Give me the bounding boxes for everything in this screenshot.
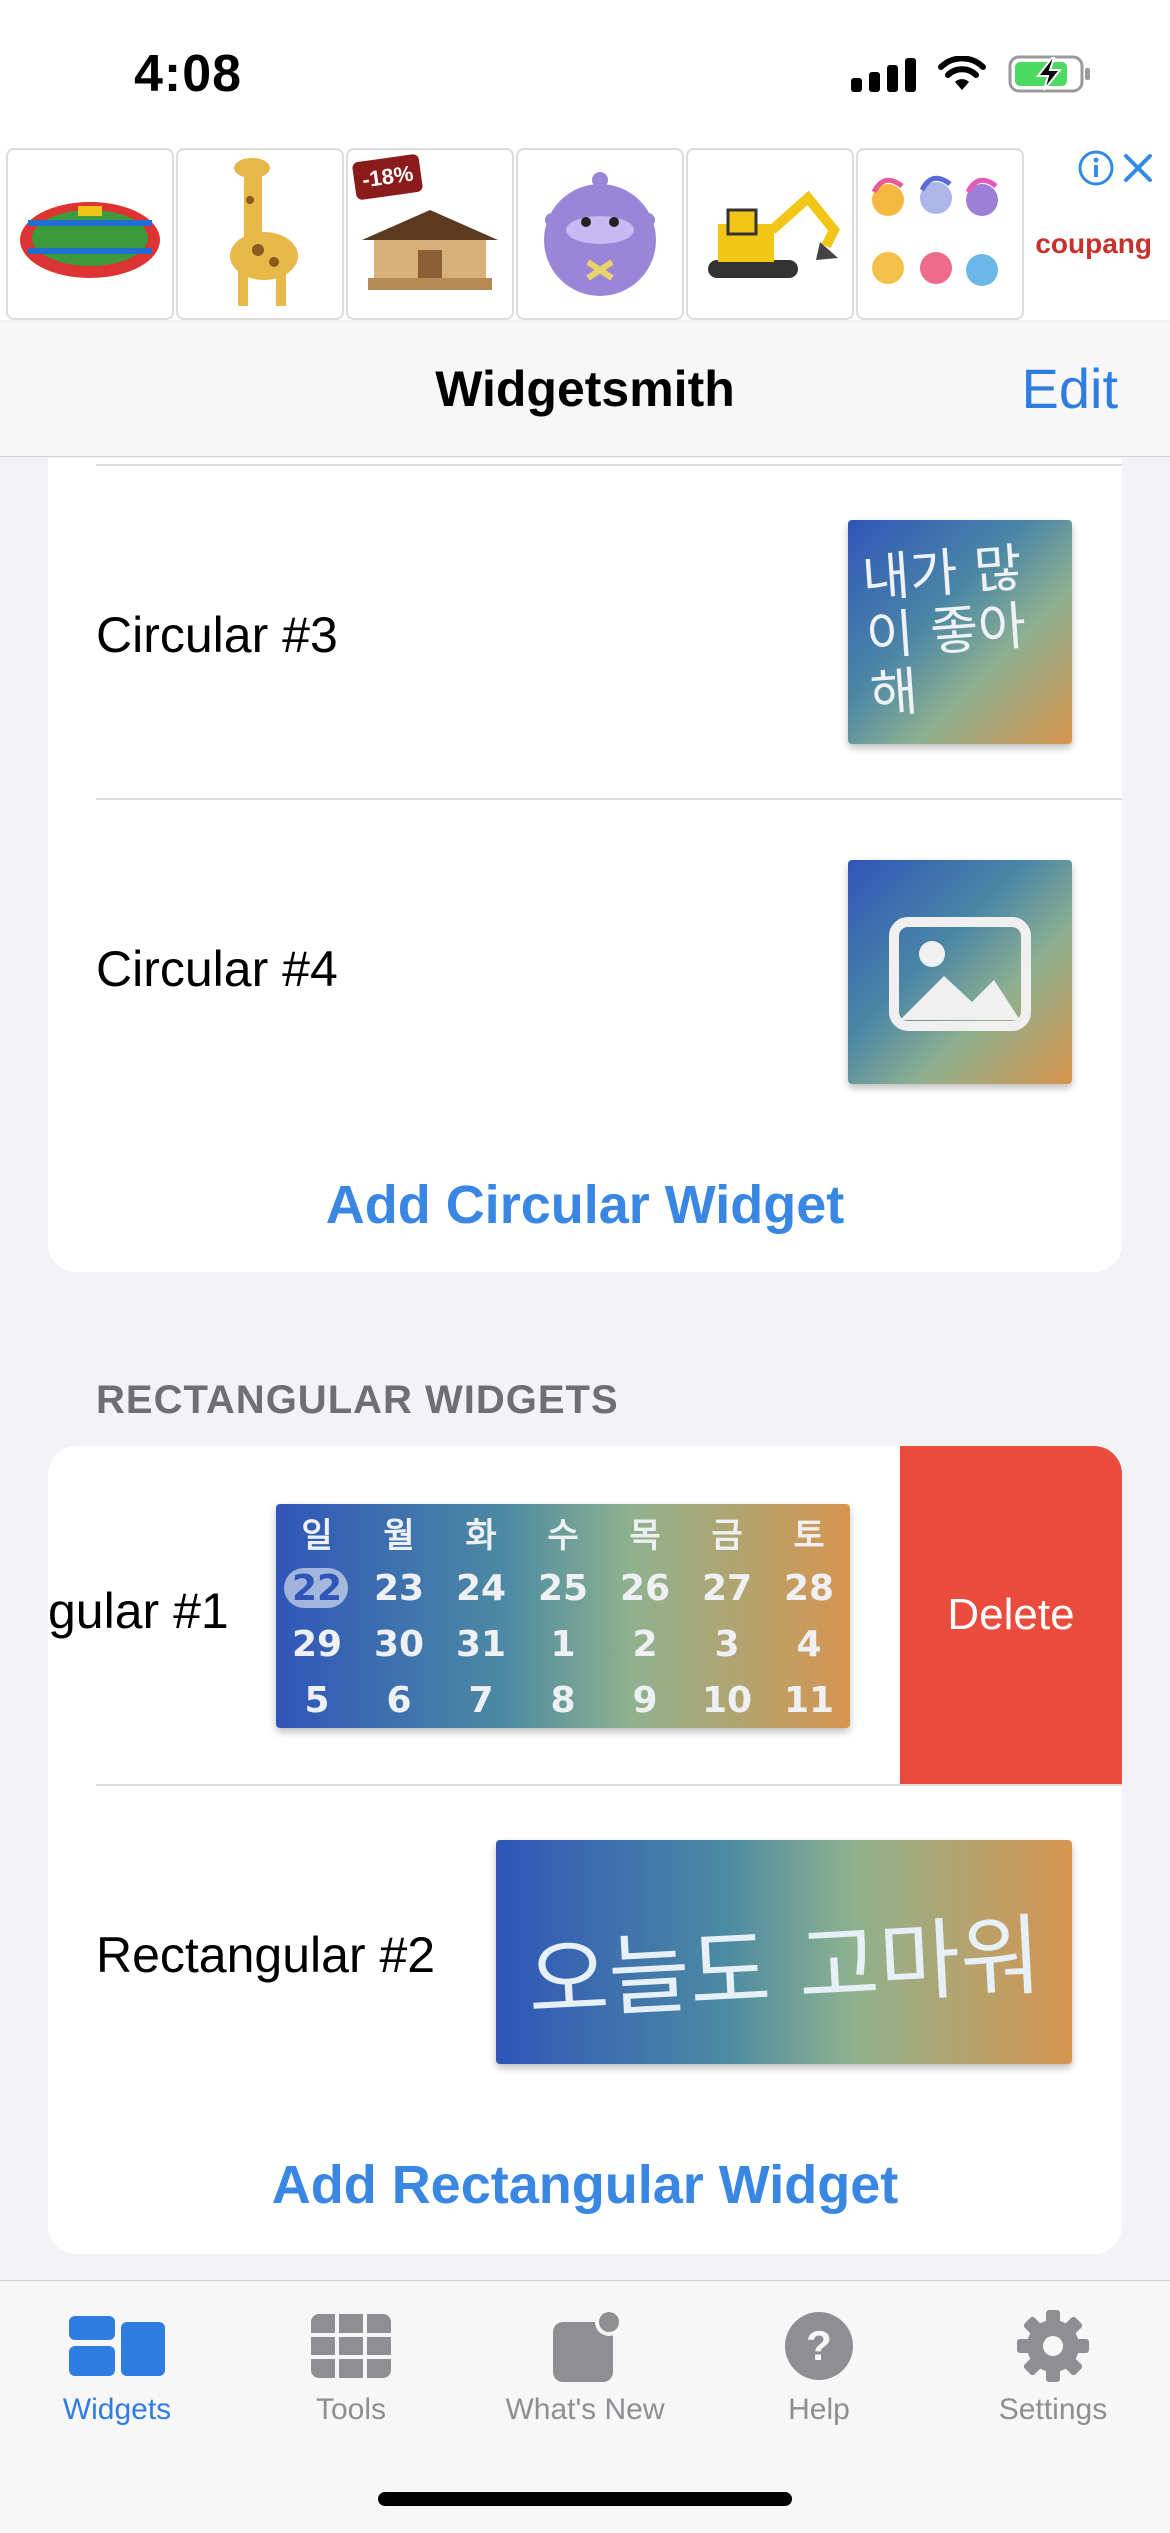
status-time: 4:08 bbox=[134, 45, 243, 103]
pony-figures-icon bbox=[871, 175, 998, 286]
wifi-icon bbox=[938, 56, 986, 90]
calendar-weekday: 화 bbox=[465, 1515, 497, 1556]
widget-name: Rectangular #2 bbox=[96, 1927, 436, 1983]
calendar-day: 31 bbox=[455, 1623, 507, 1665]
widget-name: Circular #4 bbox=[96, 941, 338, 997]
tab-label: Tools bbox=[315, 2393, 387, 2426]
cellular-signal-icon bbox=[851, 56, 916, 92]
ad-tile-excavator[interactable] bbox=[686, 148, 854, 320]
calendar-day: 1 bbox=[550, 1623, 576, 1665]
foosball-toy-icon bbox=[20, 202, 160, 278]
calendar-day: 3 bbox=[714, 1623, 740, 1665]
circular-row-4[interactable]: Circular #4 bbox=[48, 800, 1122, 1130]
ad-tile-plush[interactable] bbox=[516, 148, 684, 320]
widget-thumbnail bbox=[848, 860, 1072, 1084]
home-indicator bbox=[378, 2492, 792, 2506]
section-header: RECTANGULAR WIDGETS bbox=[96, 1378, 619, 1422]
calendar-day: 23 bbox=[373, 1567, 425, 1609]
thumbnail-handwritten-text: 오늘도 고마워 bbox=[525, 1903, 1044, 2034]
calendar-day: 30 bbox=[373, 1623, 425, 1665]
tab-label: What's New bbox=[505, 2393, 665, 2426]
widgets-icon bbox=[69, 2316, 165, 2376]
tab-settings[interactable]: Settings bbox=[936, 2301, 1170, 2427]
widget-thumbnail: 내가 많이 좋아해 bbox=[848, 520, 1072, 744]
calendar-day: 6 bbox=[386, 1679, 412, 1721]
tab-label: Settings bbox=[998, 2393, 1108, 2426]
gear-icon bbox=[1017, 2310, 1089, 2382]
calendar-day: 27 bbox=[701, 1567, 753, 1609]
status-bar: 4:08 bbox=[0, 0, 1170, 148]
calendar-weekday: 수 bbox=[547, 1515, 579, 1556]
ad-tile-foosball[interactable] bbox=[6, 148, 174, 320]
tab-label: Widgets bbox=[62, 2393, 172, 2426]
calendar-day: 28 bbox=[783, 1567, 835, 1609]
ad-tile-house[interactable]: -18% bbox=[346, 148, 514, 320]
edit-button[interactable]: Edit bbox=[1022, 356, 1119, 421]
calendar-widget-thumbnail: 일 월 화 수 목 금 토 22 23 24 25 26 27 28 29 30 31 1 2 3 4 5 6 7 8 9 10 11 bbox=[276, 1504, 850, 1728]
calendar-day: 5 bbox=[304, 1679, 330, 1721]
giraffe-toy-icon bbox=[230, 158, 298, 306]
excavator-toy-icon bbox=[708, 190, 840, 278]
ad-brand: coupang bbox=[1035, 228, 1152, 259]
tools-grid-icon bbox=[311, 2314, 391, 2378]
calendar-weekday: 토 bbox=[793, 1515, 825, 1556]
calendar-day: 11 bbox=[783, 1679, 835, 1721]
ad-close-icon[interactable] bbox=[1120, 150, 1156, 186]
calendar-day: 29 bbox=[291, 1623, 343, 1665]
photo-placeholder-icon bbox=[889, 917, 1031, 1031]
delete-button[interactable]: Delete bbox=[900, 1446, 1122, 1784]
ad-tile-ponies[interactable] bbox=[856, 148, 1024, 320]
calendar-day: 24 bbox=[455, 1567, 507, 1609]
calendar-grid: 일 월 화 수 목 금 토 22 23 24 25 26 27 28 29 30 31 1 2 3 4 5 6 7 8 9 10 11 bbox=[276, 1504, 850, 1728]
widget-name: gular #1 bbox=[48, 1583, 229, 1639]
circular-row-3[interactable]: Circular #3 내가 많이 좋아해 bbox=[48, 466, 1122, 796]
tab-widgets[interactable]: Widgets bbox=[0, 2301, 234, 2427]
add-rectangular-widget-button[interactable]: Add Rectangular Widget bbox=[48, 2154, 1122, 2216]
calendar-weekday: 금 bbox=[711, 1515, 743, 1556]
calendar-day: 4 bbox=[796, 1623, 822, 1665]
ad-tile-giraffe[interactable] bbox=[176, 148, 344, 320]
calendar-weekday: 목 bbox=[629, 1515, 661, 1556]
calendar-day: 25 bbox=[537, 1567, 589, 1609]
widget-thumbnail: 오늘도 고마워 bbox=[496, 1840, 1072, 2064]
calendar-weekday: 일 bbox=[301, 1515, 333, 1556]
page-title: Widgetsmith bbox=[435, 361, 735, 417]
ad-info-icon[interactable] bbox=[1076, 148, 1116, 188]
calendar-day: 2 bbox=[632, 1623, 658, 1665]
status-icons bbox=[851, 54, 1092, 94]
calendar-day-number: 22 bbox=[291, 1567, 343, 1609]
calendar-day: 7 bbox=[468, 1679, 494, 1721]
help-icon: ? bbox=[785, 2312, 853, 2380]
battery-charging-icon bbox=[1008, 55, 1090, 93]
thumbnail-handwritten-text: 내가 많이 좋아해 bbox=[860, 538, 1028, 726]
calendar-day: 8 bbox=[550, 1679, 576, 1721]
tab-help[interactable]: ? Help bbox=[702, 2301, 936, 2427]
tab-whats-new[interactable]: What's New bbox=[468, 2301, 702, 2427]
calendar-day: 10 bbox=[701, 1679, 753, 1721]
tab-label: Help bbox=[788, 2393, 850, 2426]
calendar-day: 26 bbox=[619, 1567, 671, 1609]
calendar-weekday: 월 bbox=[383, 1515, 415, 1556]
add-circular-widget-button[interactable]: Add Circular Widget bbox=[48, 1174, 1122, 1236]
navigation-bar: Widgetsmith Edit bbox=[0, 322, 1170, 457]
ad-banner[interactable]: -18% coupang bbox=[0, 148, 1170, 320]
purple-plush-icon bbox=[544, 172, 656, 296]
circular-widgets-card: Circular #3 내가 많이 좋아해 Circular #4 Add Ci… bbox=[48, 458, 1122, 1272]
rectangular-row-2[interactable]: Rectangular #2 오늘도 고마워 bbox=[48, 1786, 1122, 2116]
whats-new-icon bbox=[553, 2308, 623, 2382]
calendar-day: 9 bbox=[632, 1679, 658, 1721]
tab-tools[interactable]: Tools bbox=[234, 2301, 468, 2427]
calendar-today: 22 bbox=[276, 1560, 358, 1616]
widget-name: Circular #3 bbox=[96, 607, 338, 663]
svg-text:?: ? bbox=[806, 2322, 832, 2369]
